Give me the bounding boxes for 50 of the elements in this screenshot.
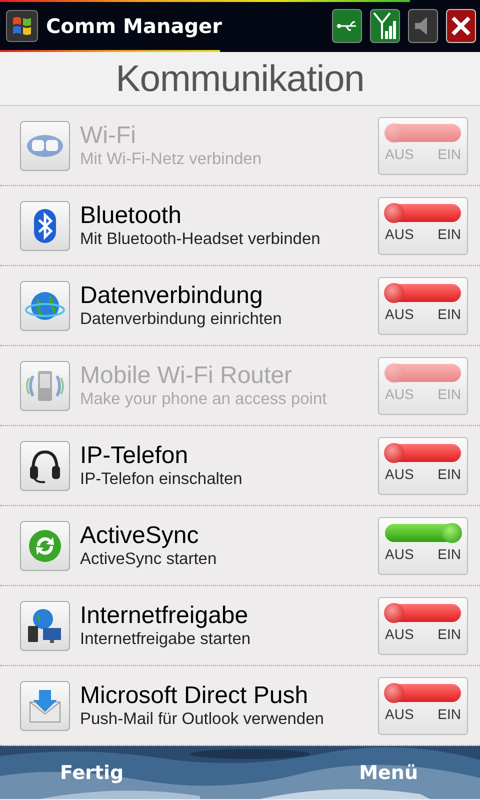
item-subtitle: IP-Telefon einschalten xyxy=(80,470,244,489)
on-off-switch[interactable]: AUS EIN xyxy=(378,436,468,494)
item-subtitle: Make your phone an access point xyxy=(80,390,328,409)
off-label: AUS xyxy=(385,386,414,402)
on-off-switch[interactable]: AUS EIN xyxy=(378,596,468,654)
item-title: ActiveSync xyxy=(80,522,200,550)
item-subtitle: Push-Mail für Outlook verwenden xyxy=(80,710,325,729)
window-title: Comm Manager xyxy=(46,14,223,38)
on-off-switch[interactable]: AUS EIN xyxy=(378,196,468,254)
item-subtitle: Mit Wi-Fi-Netz verbinden xyxy=(80,150,263,169)
off-label: AUS xyxy=(385,226,414,242)
item-subtitle: Datenverbindung einrichten xyxy=(80,310,283,329)
on-label: EIN xyxy=(438,146,461,162)
signal-button[interactable] xyxy=(370,9,400,43)
start-button[interactable] xyxy=(6,10,38,42)
item-subtitle: Mit Bluetooth-Headset verbinden xyxy=(80,230,322,249)
on-off-switch[interactable]: AUS EIN xyxy=(378,516,468,574)
item-subtitle: Internetfreigabe starten xyxy=(80,630,252,649)
off-label: AUS xyxy=(385,626,414,642)
off-label: AUS xyxy=(385,146,414,162)
on-label: EIN xyxy=(438,386,461,402)
on-off-switch[interactable]: AUS EIN xyxy=(378,676,468,734)
item-title: Internetfreigabe xyxy=(80,602,250,630)
item-title: Wi-Fi xyxy=(80,122,137,150)
volume-button[interactable] xyxy=(408,9,438,43)
off-label: AUS xyxy=(385,706,414,722)
usb-icon xyxy=(336,20,358,32)
on-label: EIN xyxy=(438,466,461,482)
close-button[interactable] xyxy=(446,9,476,43)
usb-button[interactable] xyxy=(332,9,362,43)
on-label: EIN xyxy=(438,706,461,722)
on-label: EIN xyxy=(438,306,461,322)
on-off-switch[interactable]: AUS EIN xyxy=(378,276,468,334)
item-title: Microsoft Direct Push xyxy=(80,682,310,710)
on-label: EIN xyxy=(438,626,461,642)
item-title: IP-Telefon xyxy=(80,442,190,470)
done-softkey[interactable]: Fertig xyxy=(60,760,124,786)
off-label: AUS xyxy=(385,546,414,562)
windows-flag-icon xyxy=(11,15,33,37)
page-heading: Kommunikation xyxy=(0,52,480,106)
item-title: Bluetooth xyxy=(80,202,182,230)
on-label: EIN xyxy=(438,226,461,242)
item-title: Mobile Wi-Fi Router xyxy=(80,362,294,390)
item-title: Datenverbindung xyxy=(80,282,264,310)
signal-icon xyxy=(372,11,398,41)
off-label: AUS xyxy=(385,306,414,322)
on-label: EIN xyxy=(438,546,461,562)
off-label: AUS xyxy=(385,466,414,482)
close-icon xyxy=(450,15,472,37)
item-subtitle: ActiveSync starten xyxy=(80,550,218,569)
